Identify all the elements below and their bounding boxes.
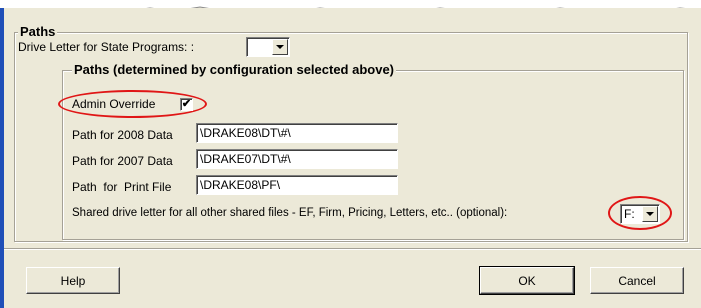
ok-button[interactable]: OK — [479, 266, 575, 295]
print-file-label: Path for Print File — [72, 180, 172, 194]
help-button[interactable]: Help — [26, 267, 120, 294]
window-edge — [0, 8, 4, 308]
admin-override-label: Admin Override — [72, 97, 156, 111]
path-2008-label: Path for 2008 Data — [72, 128, 173, 142]
chevron-down-icon[interactable] — [272, 39, 288, 55]
button-separator — [4, 248, 701, 250]
shared-drive-highlight — [608, 196, 672, 230]
checkmark-icon: ✔ — [181, 98, 192, 110]
admin-override-checkbox[interactable]: ✔ — [180, 98, 193, 111]
path-2008-input[interactable]: \DRAKE08\DT\#\ — [196, 123, 398, 143]
cancel-button[interactable]: Cancel — [590, 267, 684, 294]
shared-drive-label: Shared drive letter for all other shared… — [72, 207, 508, 219]
settings-dialog: Paths Drive Letter for State Programs: :… — [0, 8, 701, 308]
path-2007-label: Path for 2007 Data — [72, 154, 173, 168]
print-file-input[interactable]: \DRAKE08\PF\ — [196, 175, 398, 195]
drive-letter-select[interactable] — [246, 37, 290, 57]
config-group-title: Paths (determined by configuration selec… — [72, 62, 397, 77]
paths-group-title: Paths — [18, 24, 58, 39]
path-2007-input[interactable]: \DRAKE07\DT\#\ — [196, 149, 398, 169]
drive-letter-label: Drive Letter for State Programs: : — [18, 40, 195, 54]
